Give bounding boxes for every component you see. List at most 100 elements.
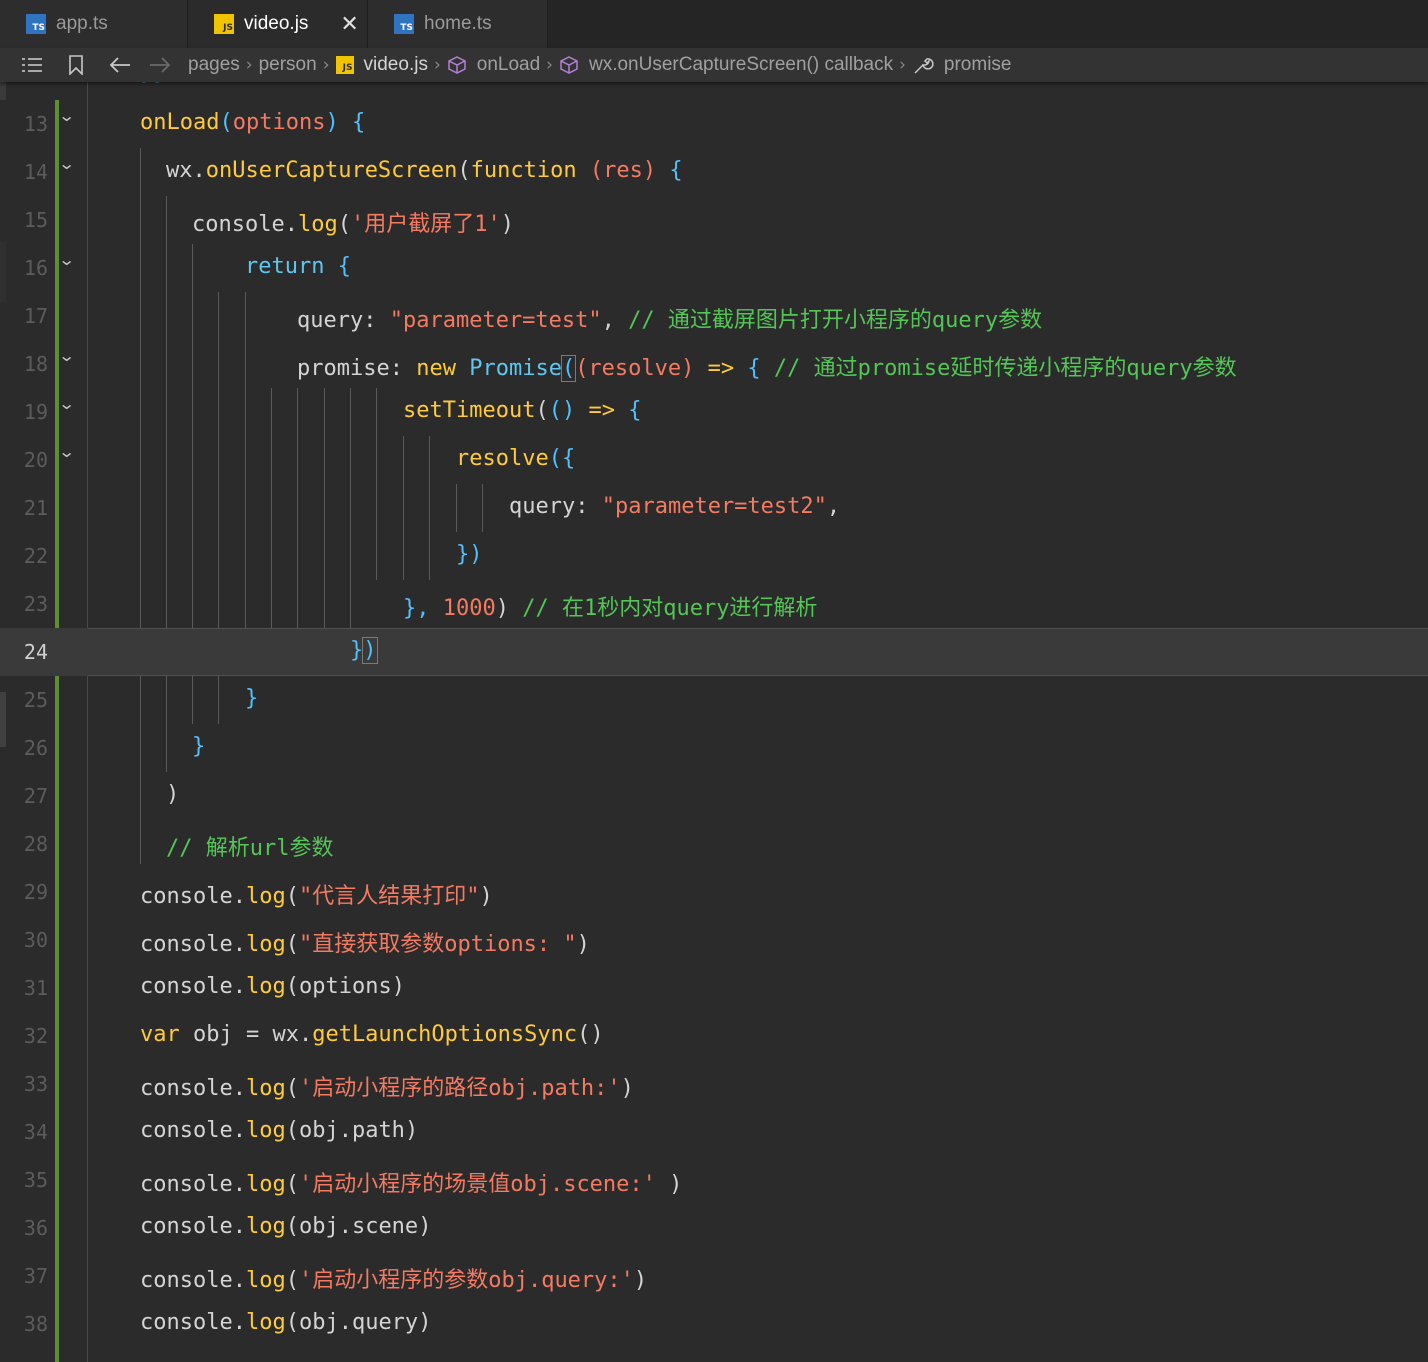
code-line-21: 21 query: "parameter=test2", — [0, 484, 1428, 532]
code-text: ) — [166, 782, 180, 807]
bookmark-icon[interactable] — [60, 48, 92, 82]
code-text: console.log('启动小程序的路径obj.path:') — [140, 1076, 634, 1101]
tab-label: video.js — [244, 13, 309, 34]
code-text: query: "parameter=test", // 通过截屏图片打开小程序的… — [297, 308, 1043, 333]
line-number: 30 — [23, 928, 48, 952]
code-text: console.log(obj.scene) — [140, 1214, 432, 1239]
code-line-25: 25 } — [0, 676, 1428, 724]
code-text: console.log("直接获取参数options: ") — [140, 932, 590, 957]
code-line-15: 15 console.log('用户截屏了1') — [0, 196, 1428, 244]
code-line-30: 30 console.log("直接获取参数options: ") — [0, 916, 1428, 964]
code-text: console.log(options) — [140, 974, 405, 999]
code-text: // 解析url参数 — [166, 836, 334, 861]
code-text: onLoad(options) { — [140, 110, 366, 135]
breadcrumb-item-callback[interactable]: wx.onUserCaptureScreen() callback — [589, 54, 893, 76]
code-line-17: 17 query: "parameter=test", // 通过截屏图片打开小… — [0, 292, 1428, 340]
code-partial-line: }} — [140, 82, 167, 85]
line-number: 22 — [23, 544, 48, 568]
code-text: console.log("代言人结果打印") — [140, 884, 493, 909]
code-line-24-current: 24 }) — [0, 628, 1428, 676]
method-cube-icon — [447, 55, 467, 75]
chevron-right-icon: › — [245, 55, 253, 75]
line-number: 27 — [23, 784, 48, 808]
breadcrumb-item-promise[interactable]: promise — [944, 54, 1012, 76]
breadcrumb-item-pages[interactable]: pages — [188, 54, 240, 76]
code-line-38: 38 console.log(obj.query) — [0, 1300, 1428, 1348]
code-line-29: 29 console.log("代言人结果打印") — [0, 868, 1428, 916]
code-line-32: 32 var obj = wx.getLaunchOptionsSync() — [0, 1012, 1428, 1060]
fold-chevron-icon[interactable]: ⌄ — [58, 154, 75, 173]
tab-home-ts[interactable]: TS home.ts — [368, 0, 548, 48]
tab-app-ts[interactable]: TS app.ts — [0, 0, 188, 48]
fold-chevron-icon[interactable]: ⌄ — [58, 106, 75, 125]
typescript-file-icon: TS — [394, 14, 414, 34]
code-text: }) — [350, 637, 378, 664]
line-number: 35 — [23, 1168, 48, 1192]
code-line-35: 35 console.log('启动小程序的场景值obj.scene:' ) — [0, 1156, 1428, 1204]
tab-label: app.ts — [56, 13, 108, 34]
fold-chevron-icon[interactable]: ⌄ — [58, 346, 75, 365]
chevron-right-icon: › — [899, 55, 906, 75]
breadcrumb-item-person[interactable]: person — [259, 54, 317, 76]
code-text: promise: new Promise((resolve) => { // 通… — [297, 355, 1237, 382]
line-number: 28 — [23, 832, 48, 856]
line-number: 15 — [23, 208, 48, 232]
line-number: 37 — [23, 1264, 48, 1288]
breadcrumb: pages › person › JS video.js › onLoad › … — [0, 48, 1428, 82]
code-text: console.log('用户截屏了1') — [192, 212, 514, 237]
line-number: 25 — [23, 688, 48, 712]
line-number: 17 — [23, 304, 48, 328]
method-cube-icon — [559, 55, 579, 75]
breadcrumb-item-onload[interactable]: onLoad — [477, 54, 540, 76]
code-line-18: 18 ⌄ promise: new Promise((resolve) => {… — [0, 340, 1428, 388]
chevron-right-icon: › — [433, 55, 441, 75]
code-line-19: 19 ⌄ setTimeout(() => { — [0, 388, 1428, 436]
scroll-marker — [0, 82, 6, 100]
line-number: 29 — [23, 880, 48, 904]
arrow-left-icon[interactable] — [104, 48, 136, 82]
code-text: }, 1000) // 在1秒内对query进行解析 — [403, 596, 818, 621]
code-text: wx.onUserCaptureScreen(function (res) { — [166, 158, 683, 183]
line-number: 14 — [23, 160, 48, 184]
code-line-33: 33 console.log('启动小程序的路径obj.path:') — [0, 1060, 1428, 1108]
line-number: 36 — [23, 1216, 48, 1240]
line-number: 32 — [23, 1024, 48, 1048]
code-text: }) — [456, 542, 483, 567]
code-line-36: 36 console.log(obj.scene) — [0, 1204, 1428, 1252]
line-number: 38 — [23, 1312, 48, 1336]
code-line-22: 22 }) — [0, 532, 1428, 580]
arrow-right-icon[interactable] — [144, 48, 176, 82]
code-line-16: 16 ⌄ return { — [0, 244, 1428, 292]
current-line-highlight — [88, 628, 1428, 676]
code-line-28: 28 // 解析url参数 — [0, 820, 1428, 868]
code-line-37: 37 console.log('启动小程序的参数obj.query:') — [0, 1252, 1428, 1300]
fold-chevron-icon[interactable]: ⌄ — [58, 250, 75, 269]
line-number: 34 — [23, 1120, 48, 1144]
line-number: 18 — [23, 352, 48, 376]
code-line-27: 27 ) — [0, 772, 1428, 820]
editor-area[interactable]: }} 13 ⌄ onLoad(options) { 14 ⌄ wx.onUser… — [0, 82, 1428, 1362]
line-number: 19 — [23, 400, 48, 424]
outline-list-icon[interactable] — [16, 48, 48, 82]
code-line-23: 23 }, 1000) // 在1秒内对query进行解析 — [0, 580, 1428, 628]
fold-chevron-icon[interactable]: ⌄ — [58, 442, 75, 461]
tab-video-js[interactable]: JS video.js ✕ — [188, 0, 368, 48]
code-text: resolve({ — [456, 446, 576, 471]
code-text: } — [245, 686, 259, 711]
tab-label: home.ts — [424, 13, 492, 34]
code-text: console.log('启动小程序的参数obj.query:') — [140, 1268, 648, 1293]
line-number: 21 — [23, 496, 48, 520]
line-number: 33 — [23, 1072, 48, 1096]
code-text: setTimeout(() => { — [403, 398, 642, 423]
close-icon[interactable]: ✕ — [340, 12, 358, 37]
line-number: 31 — [23, 976, 48, 1000]
code-text: var obj = wx.getLaunchOptionsSync() — [140, 1022, 604, 1047]
breadcrumb-item-file[interactable]: video.js — [364, 54, 428, 76]
fold-chevron-icon[interactable]: ⌄ — [58, 394, 75, 413]
code-line-31: 31 console.log(options) — [0, 964, 1428, 1012]
code-text: return { — [245, 254, 351, 279]
line-number: 23 — [23, 592, 48, 616]
code-line-34: 34 console.log(obj.path) — [0, 1108, 1428, 1156]
code-line-13: 13 ⌄ onLoad(options) { — [0, 100, 1428, 148]
line-number: 16 — [23, 256, 48, 280]
